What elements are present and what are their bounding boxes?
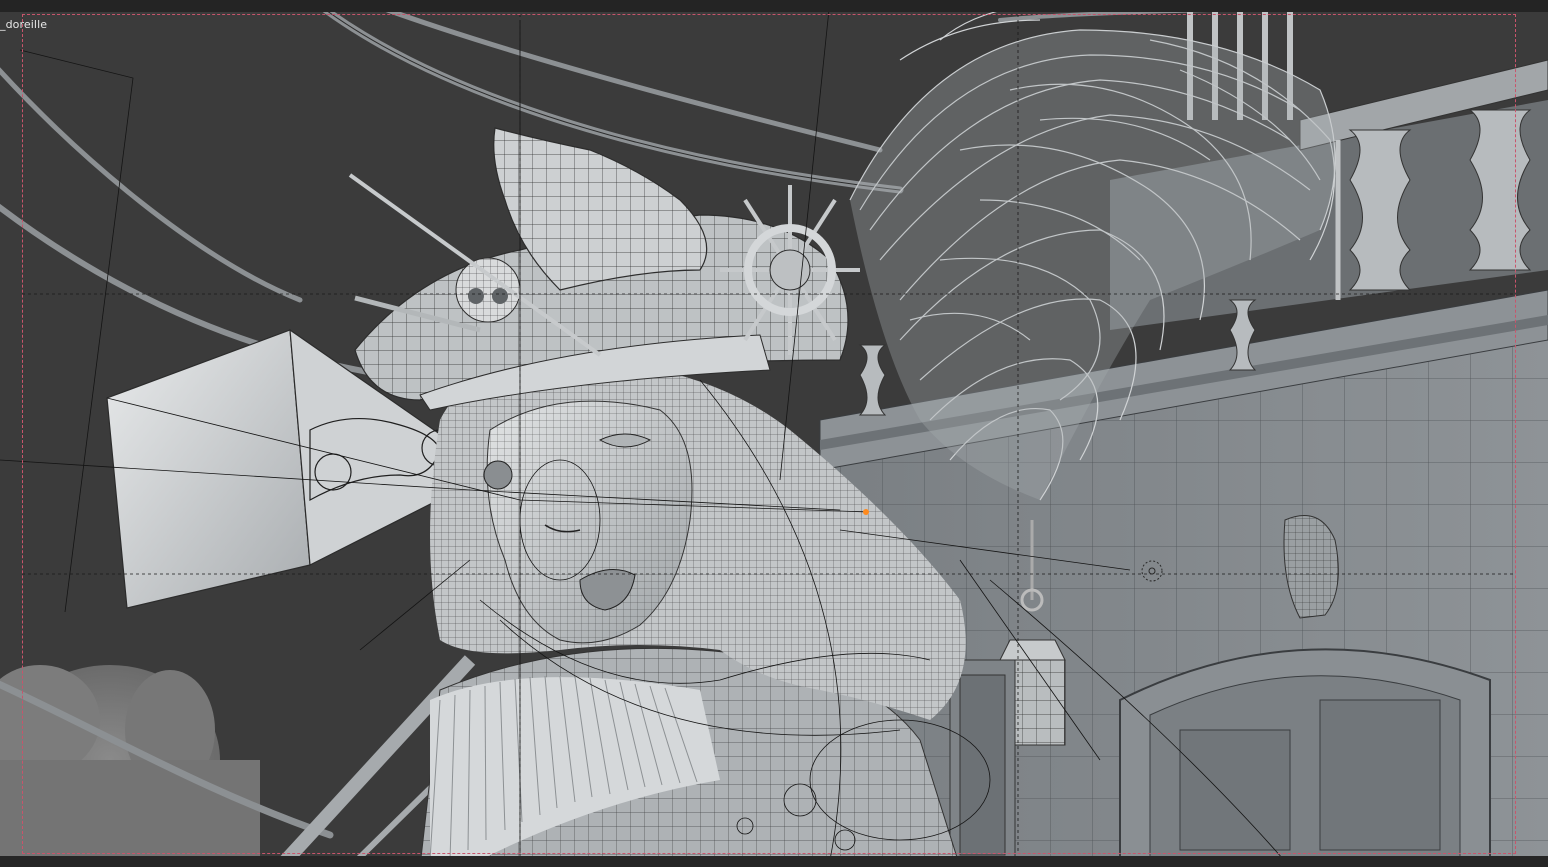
- viewport-footer-strip: [0, 856, 1548, 867]
- camera-frame-border: [22, 14, 1516, 854]
- 3d-viewport[interactable]: _doreille: [0, 0, 1548, 867]
- viewport-header-strip: [0, 0, 1548, 12]
